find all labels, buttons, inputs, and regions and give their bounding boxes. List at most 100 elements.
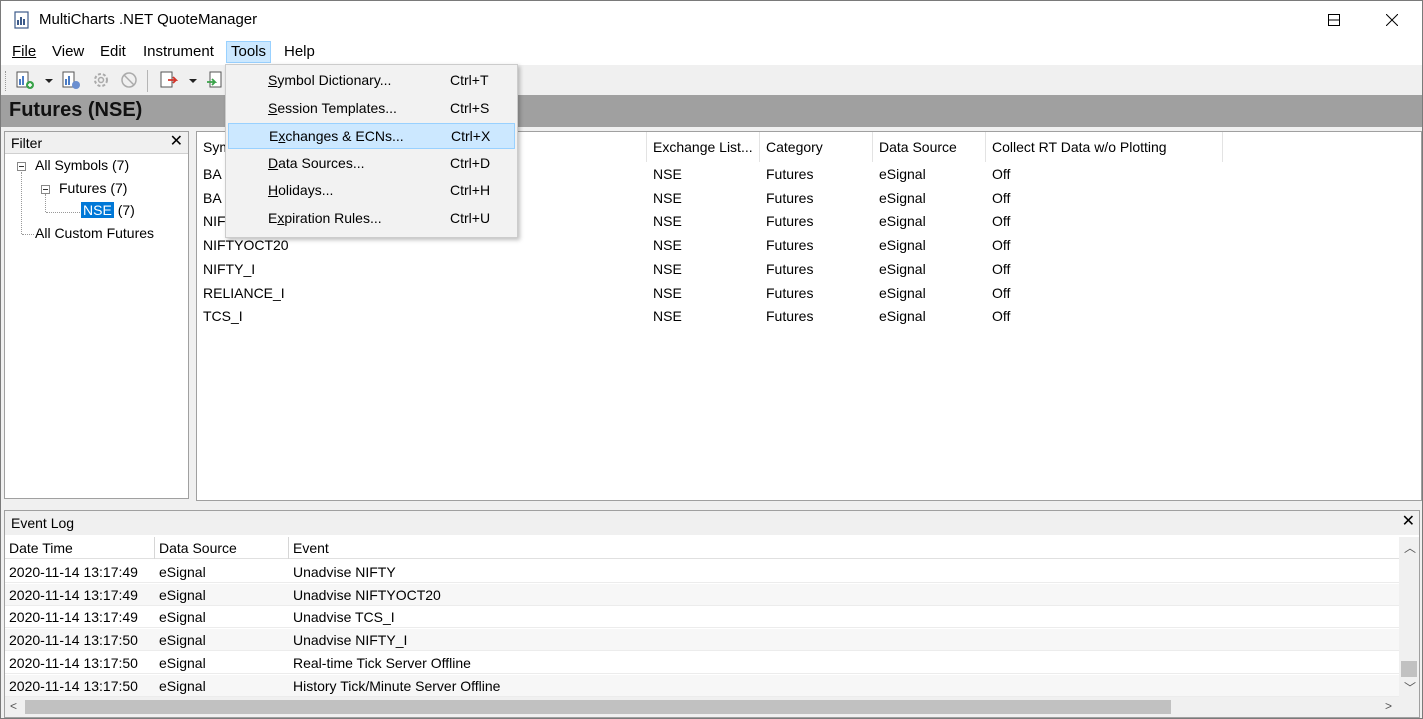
log-cell-event: Unadvise TCS_I (293, 609, 395, 626)
menu-item-label-rest: piration Rules... (284, 210, 382, 226)
event-log-row[interactable]: 2020-11-14 13:17:49 eSignal Unadvise TCS_I (5, 606, 1399, 629)
log-cell-date-time: 2020-11-14 13:17:50 (9, 632, 138, 649)
menu-file[interactable]: File (7, 41, 41, 63)
event-log-vertical-scrollbar[interactable]: ︿ ﹀ (1399, 537, 1419, 697)
event-log-panel: Event Log ✕ Date Time Data Source Event … (4, 510, 1420, 718)
export-dropdown-icon[interactable] (189, 79, 197, 83)
menu-item-session-templates[interactable]: Session Templates... Ctrl+S (228, 96, 515, 122)
cell-data-source: eSignal (879, 284, 926, 301)
event-log-row[interactable]: 2020-11-14 13:17:50 eSignal History Tick/M… (5, 674, 1399, 697)
scroll-left-icon[interactable]: < (10, 699, 17, 713)
grid-row[interactable]: RELIANCE_I NSE Futures eSignal Off (197, 281, 1421, 305)
filter-close-icon[interactable]: ✕ (170, 133, 183, 151)
event-log-row[interactable]: 2020-11-14 13:17:49 eSignal Unadvise NIFTY (5, 561, 1399, 583)
cell-data-source: eSignal (879, 189, 926, 206)
tree-item-futures[interactable]: Futures (7) (59, 180, 127, 196)
menu-item-exchanges-ecns[interactable]: Exchanges & ECNs... Ctrl+X (228, 123, 515, 150)
column-event[interactable]: Event (289, 537, 1399, 559)
grid-row[interactable]: TCS_I NSE Futures eSignal Off (197, 304, 1421, 328)
cell-collect-rt: Off (992, 189, 1011, 206)
menu-item-label: Exchanges & ECNs... (269, 128, 404, 144)
column-date-time[interactable]: Date Time (5, 537, 155, 559)
vertical-scroll-thumb[interactable] (1401, 661, 1417, 677)
collapse-all-symbols-icon[interactable] (17, 162, 26, 171)
log-cell-data-source: eSignal (159, 564, 206, 580)
menu-item-label-rest: ession Templates... (277, 99, 397, 116)
menu-item-data-sources[interactable]: Data Sources... Ctrl+D (228, 151, 515, 177)
menu-tools[interactable]: Tools (226, 41, 272, 63)
log-cell-date-time: 2020-11-14 13:17:50 (9, 677, 138, 694)
menu-item-holidays[interactable]: Holidays... Ctrl+H (228, 178, 515, 204)
tree-item-nse[interactable]: NSE (7) (81, 202, 135, 218)
column-category[interactable]: Category (760, 132, 873, 162)
grid-row[interactable]: NIFTY_I NSE Futures eSignal Off (197, 257, 1421, 281)
log-cell-data-source: eSignal (159, 632, 206, 649)
title-bar[interactable]: MultiCharts .NET QuoteManager (1, 1, 1422, 39)
scroll-up-icon[interactable]: ︿ (1404, 539, 1416, 556)
menu-item-mnemonic: S (268, 72, 278, 88)
filter-header: Filter ✕ (5, 132, 188, 154)
scroll-right-icon[interactable]: > (1385, 699, 1392, 713)
column-exchange-list[interactable]: Exchange List... (647, 132, 760, 162)
menu-item-label-prefix: E (269, 128, 279, 145)
maximize-button[interactable] (1305, 1, 1363, 39)
event-log-columns: Date Time Data Source Event (5, 537, 1399, 559)
import-icon[interactable] (205, 70, 225, 90)
export-icon[interactable] (159, 70, 179, 90)
log-cell-date-time: 2020-11-14 13:17:49 (9, 609, 138, 626)
cell-data-source: eSignal (879, 260, 926, 277)
tools-menu-dropdown: Symbol Dictionary... Ctrl+T Session Templa… (225, 64, 518, 238)
menu-item-label: Symbol Dictionary... (268, 72, 391, 88)
menu-item-label-rest: ymbol Dictionary... (277, 72, 392, 88)
filter-panel: Filter ✕ All Symbols (7) Futures (7) NSE… (4, 131, 189, 499)
column-log-data-source[interactable]: Data Source (155, 537, 289, 559)
cell-exchange: NSE (653, 260, 682, 277)
menu-edit[interactable]: Edit (95, 41, 131, 63)
menu-item-symbol-dictionary[interactable]: Symbol Dictionary... Ctrl+T (228, 68, 515, 94)
log-cell-data-source: eSignal (159, 677, 206, 694)
event-log-horizontal-scrollbar[interactable]: < > (5, 697, 1419, 717)
cell-data-source: eSignal (879, 237, 926, 254)
disabled-stop-icon[interactable] (119, 70, 139, 90)
scroll-down-icon[interactable]: ﹀ (1404, 679, 1416, 696)
log-cell-event: Unadvise NIFTY_I (293, 632, 408, 649)
add-symbol-dropdown-icon[interactable] (45, 79, 53, 83)
event-log-close-icon[interactable]: ✕ (1402, 513, 1415, 531)
panel-splitter[interactable] (1, 501, 1422, 509)
toolbar-grip[interactable] (5, 71, 8, 91)
cell-collect-rt: Off (992, 213, 1011, 230)
event-log-row[interactable]: 2020-11-14 13:17:50 eSignal Real-time Tick… (5, 652, 1399, 674)
menu-instrument[interactable]: Instrument (138, 41, 219, 63)
cell-symbol: RELIANCE_I (203, 284, 285, 301)
event-log-row[interactable]: 2020-11-14 13:17:49 eSignal Unadvise NIFTY… (5, 583, 1399, 606)
cell-category: Futures (766, 284, 814, 301)
event-log-header: Event Log ✕ (5, 511, 1419, 535)
collapse-futures-icon[interactable] (41, 185, 50, 194)
column-data-source[interactable]: Data Source (873, 132, 986, 162)
menu-help-label: Help (284, 43, 315, 60)
horizontal-scroll-thumb[interactable] (25, 700, 1171, 714)
column-collect-rt-data[interactable]: Collect RT Data w/o Plotting (986, 132, 1223, 162)
close-icon (1386, 14, 1398, 26)
menu-item-expiration-rules[interactable]: Expiration Rules... Ctrl+U (228, 206, 515, 232)
tree-item-all-symbols[interactable]: All Symbols (7) (35, 157, 129, 173)
cell-data-source: eSignal (879, 166, 926, 182)
menu-help[interactable]: Help (279, 41, 320, 63)
menu-item-mnemonic: D (268, 154, 279, 171)
cell-symbol: TCS_I (203, 308, 243, 325)
log-cell-date-time: 2020-11-14 13:17:49 (9, 564, 138, 580)
cell-symbol: BA (203, 189, 222, 206)
cell-collect-rt: Off (992, 237, 1011, 254)
menu-item-shortcut: Ctrl+S (450, 99, 490, 116)
cell-data-source: eSignal (879, 213, 926, 230)
filter-title: Filter (11, 135, 43, 151)
tree-item-all-custom-futures[interactable]: All Custom Futures (35, 225, 154, 241)
close-button[interactable] (1363, 1, 1421, 39)
edit-symbol-icon[interactable] (61, 70, 81, 90)
event-log-row[interactable]: 2020-11-14 13:17:50 eSignal Unadvise NIFTY… (5, 629, 1399, 652)
add-symbol-icon[interactable] (15, 70, 35, 90)
menu-item-label-rest: changes & ECNs... (285, 128, 404, 145)
menu-view[interactable]: View (47, 41, 89, 63)
settings-icon[interactable] (91, 70, 111, 90)
log-cell-data-source: eSignal (159, 654, 206, 671)
